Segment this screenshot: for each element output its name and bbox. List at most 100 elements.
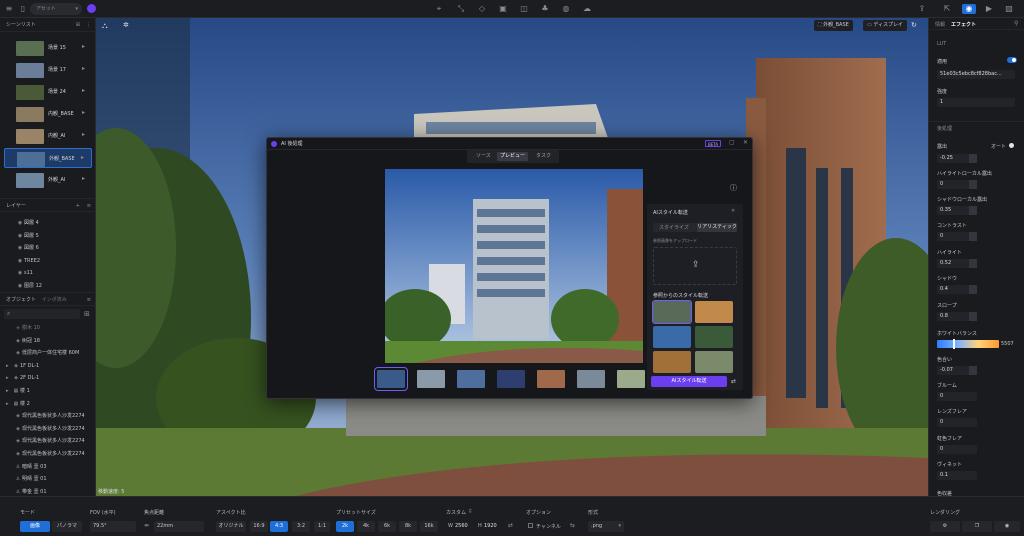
maximize-icon[interactable]: ▢ <box>729 139 735 146</box>
modal-tab[interactable]: タスク <box>533 152 554 161</box>
render-button[interactable]: ◉ <box>994 521 1020 532</box>
camera-icon[interactable]: ▸ <box>82 132 88 138</box>
render-settings-button[interactable]: ⚙ <box>930 521 960 532</box>
preview-thumbnail[interactable] <box>617 370 645 388</box>
object-item[interactable]: ◈ 低层商户一体住宅楼 60M <box>0 347 96 359</box>
info-icon[interactable]: ⓘ <box>730 183 737 193</box>
channel-checkbox[interactable] <box>528 523 533 528</box>
add-scene-icon[interactable]: ⊞ <box>76 18 80 32</box>
lut-file-select[interactable]: 51e03c5ebc8cf828bac... <box>937 70 1015 79</box>
preset-size-option[interactable]: 8k <box>399 521 417 532</box>
camera-icon[interactable]: ▸ <box>82 44 88 50</box>
object-item[interactable]: ◈ 现代黑色板状多人沙发2274 <box>0 448 96 460</box>
more-icon[interactable]: ⋮ <box>86 18 91 32</box>
camera-icon[interactable]: ▸ <box>82 176 88 182</box>
shape-icon[interactable]: ◇ <box>477 4 487 14</box>
preset-size-option[interactable]: 2k <box>336 521 354 532</box>
preview-thumbnail[interactable] <box>457 370 485 388</box>
slider-handle[interactable] <box>969 206 977 215</box>
style-preset-5[interactable] <box>653 351 691 373</box>
render-batch-button[interactable]: ❐ <box>962 521 992 532</box>
preview-thumbnail[interactable] <box>417 370 445 388</box>
refresh-icon[interactable]: ↻ <box>911 21 917 29</box>
scene-item[interactable]: 场景 17 ▸ <box>4 60 92 80</box>
exposure-slider-handle[interactable] <box>969 154 977 163</box>
aspect-option[interactable]: オリジナル <box>216 521 246 532</box>
fov-input[interactable]: 79.5° <box>90 521 136 532</box>
swap-icon[interactable]: ⇄ <box>731 378 736 385</box>
style-preset-1[interactable] <box>652 300 692 324</box>
preset-size-option[interactable]: 6k <box>378 521 396 532</box>
object-search-input[interactable]: ⌕ <box>4 309 80 319</box>
pin-icon[interactable]: ⌖ <box>434 4 444 14</box>
tab-objects[interactable]: オブジェクト <box>6 297 36 303</box>
style-preset-6[interactable] <box>695 351 733 373</box>
layer-item[interactable]: ◉ 图层 12 <box>0 280 96 292</box>
mode-photo-button[interactable]: 画像 <box>20 521 50 532</box>
preset-size-option[interactable]: 4k <box>357 521 375 532</box>
video-icon[interactable]: ▶ <box>984 4 994 14</box>
preview-thumbnail[interactable] <box>497 370 525 388</box>
pin-icon[interactable]: ⚲ <box>1014 20 1018 27</box>
object-item[interactable]: ♙ 明晴 壹 01 <box>0 473 96 485</box>
height-value[interactable]: 1920 <box>484 523 497 529</box>
export-icon[interactable]: ⇱ <box>942 4 952 14</box>
cloud-icon[interactable]: ☁ <box>582 4 592 14</box>
object-item[interactable]: ◈ 现代黑色板状多人沙发2274 <box>0 423 96 435</box>
add-layer-icon[interactable]: + <box>76 199 80 213</box>
scene-item[interactable]: 外観_AI ▸ <box>4 170 92 190</box>
camera-icon[interactable]: ▸ <box>82 66 88 72</box>
layer-menu-icon[interactable]: ≡ <box>87 199 91 213</box>
tree-icon[interactable]: ♣ <box>540 4 550 14</box>
ai-logo-icon[interactable] <box>87 4 96 13</box>
object-item[interactable]: ▸ ◈ 2F DL-1 <box>0 372 96 384</box>
object-item[interactable]: ▸ ▦ 楼 1 <box>0 385 96 397</box>
lut-apply-toggle[interactable] <box>1007 57 1017 63</box>
eye-icon[interactable]: ◉ <box>16 280 24 292</box>
tab-stylize[interactable]: スタイライズ <box>659 224 689 231</box>
object-item[interactable]: ▸ ◈ 1F DL-1 <box>0 360 96 372</box>
slider-handle[interactable] <box>969 285 977 294</box>
tab-realistic[interactable]: リアリスティック <box>697 223 737 232</box>
asset-button[interactable]: アセット ▾ <box>30 3 82 15</box>
object-item[interactable]: ◈ 樹木 10 <box>0 322 96 334</box>
car-icon[interactable]: ◍ <box>561 4 571 14</box>
modal-tab[interactable]: プレビュー <box>497 152 529 161</box>
tab-info[interactable]: 情報 <box>935 21 945 28</box>
tab-imported[interactable]: インポ済み <box>42 297 67 303</box>
eye-icon[interactable]: ◉ <box>16 267 24 279</box>
width-value[interactable]: 2560 <box>455 523 468 529</box>
cube-icon[interactable]: ▣ <box>498 4 508 14</box>
scene-item[interactable]: 内観_AI ▸ <box>4 126 92 146</box>
object-item[interactable]: ◈ 现代黑色板状多人沙发2274 <box>0 435 96 447</box>
menu-icon[interactable]: ≡ <box>4 4 14 14</box>
size-stepper-icon[interactable]: ⇳ <box>468 508 473 515</box>
slider-handle[interactable] <box>969 180 977 189</box>
layer-item[interactable]: ◉ 図層 6 <box>0 242 96 254</box>
preview-thumbnail[interactable] <box>374 367 408 391</box>
path-icon[interactable]: ⤡ <box>456 4 466 14</box>
object-menu-icon[interactable]: ≡ <box>87 293 91 307</box>
aspect-option[interactable]: 3:2 <box>292 521 310 532</box>
tint-slider-handle[interactable] <box>969 366 977 375</box>
eye-icon[interactable]: ◉ <box>16 217 24 229</box>
node-graph-icon[interactable]: ⛬ <box>102 21 108 31</box>
aspect-option[interactable]: 1:1 <box>314 521 330 532</box>
grid-view-icon[interactable]: ⊞ <box>84 310 90 318</box>
camera-icon[interactable]: ▸ <box>82 88 88 94</box>
file-icon[interactable]: ▯ <box>18 4 28 14</box>
channel-settings-icon[interactable]: ⇆ <box>570 522 575 529</box>
slider-handle[interactable] <box>969 232 977 241</box>
eye-icon[interactable]: ◉ <box>16 230 24 242</box>
lens-flare-input[interactable]: 0 <box>937 418 977 427</box>
camera-selector[interactable]: ⛶ 外観_BASE <box>814 20 853 31</box>
preview-thumbnail[interactable] <box>577 370 605 388</box>
style-preset-2[interactable] <box>695 301 733 323</box>
wb-slider-handle[interactable] <box>953 339 955 349</box>
preview-thumbnail[interactable] <box>537 370 565 388</box>
scene-item[interactable]: 场景 24 ▸ <box>4 82 92 102</box>
scene-item[interactable]: 场景 15 ▸ <box>4 38 92 58</box>
style-preset-3[interactable] <box>653 326 691 348</box>
layer-item[interactable]: ◉ 図層 5 <box>0 230 96 242</box>
strength-input[interactable]: 1 <box>937 98 1015 107</box>
